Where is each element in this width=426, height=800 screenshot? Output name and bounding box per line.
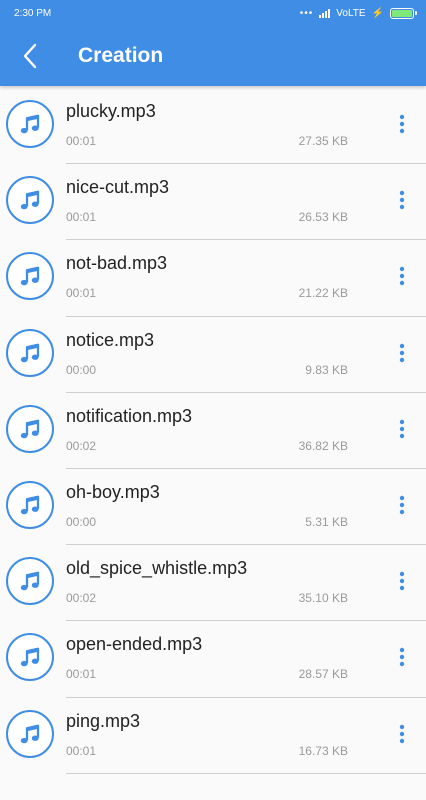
more-options-button[interactable]	[388, 718, 416, 750]
file-size: 36.82 KB	[298, 438, 348, 453]
list-item[interactable]: old_spice_whistle.mp3 00:02 35.10 KB	[0, 545, 426, 622]
file-name: old_spice_whistle.mp3	[66, 558, 248, 579]
more-options-button[interactable]	[388, 413, 416, 445]
more-options-button[interactable]	[388, 565, 416, 597]
music-note-icon	[6, 404, 54, 453]
status-time: 2:30 PM	[14, 7, 52, 19]
more-options-button[interactable]	[388, 337, 416, 369]
status-icons: ••• VoLTE ⚡	[299, 7, 417, 19]
file-duration: 00:01	[66, 134, 97, 148]
page-title: Creation	[78, 44, 164, 67]
more-vert-icon	[399, 114, 405, 134]
file-duration: 00:01	[66, 210, 97, 225]
more-vert-icon	[399, 267, 405, 286]
more-options-button[interactable]	[388, 260, 416, 292]
list-item[interactable]: notification.mp3 00:02 36.82 KB	[0, 393, 426, 469]
file-name: notification.mp3	[66, 405, 193, 426]
file-name: not-bad.mp3	[66, 253, 168, 274]
file-duration: 00:02	[66, 591, 97, 606]
music-note-icon	[6, 709, 54, 758]
more-vert-icon	[399, 419, 405, 438]
more-options-button[interactable]	[388, 184, 416, 216]
divider	[66, 772, 426, 774]
list-item[interactable]: ping.mp3 00:01 16.73 KB	[0, 698, 426, 774]
app-bar: Creation	[0, 26, 426, 86]
list-item[interactable]: oh-boy.mp3 00:00 5.31 KB	[0, 469, 426, 546]
file-size: 5.31 KB	[305, 514, 348, 529]
file-duration: 00:01	[66, 743, 97, 758]
more-vert-icon	[399, 648, 405, 667]
list-item[interactable]: plucky.mp3 00:01 27.35 KB	[0, 88, 426, 165]
file-duration: 00:01	[66, 286, 97, 301]
file-name: plucky.mp3	[66, 101, 156, 121]
file-size: 21.22 KB	[298, 286, 348, 301]
more-vert-icon	[399, 343, 405, 362]
file-duration: 00:02	[66, 438, 97, 453]
file-size: 9.83 KB	[305, 362, 348, 377]
file-duration: 00:00	[66, 514, 97, 529]
music-note-icon	[6, 633, 54, 682]
music-note-icon	[6, 557, 54, 606]
music-note-icon	[6, 328, 54, 377]
more-options-button[interactable]	[388, 641, 416, 673]
more-options-button[interactable]	[388, 108, 416, 140]
more-options-button[interactable]	[388, 489, 416, 521]
charging-icon: ⚡	[371, 7, 384, 19]
back-button[interactable]	[0, 26, 60, 86]
list-item[interactable]: notice.mp3 00:00 9.83 KB	[0, 317, 426, 393]
music-note-icon	[6, 480, 54, 529]
file-size: 35.10 KB	[298, 591, 348, 606]
file-name: open-ended.mp3	[66, 634, 203, 655]
list-item[interactable]: nice-cut.mp3 00:01 26.53 KB	[0, 164, 426, 241]
more-vert-icon	[399, 190, 405, 210]
music-note-icon	[6, 252, 54, 301]
file-size: 26.53 KB	[298, 210, 348, 225]
file-name: ping.mp3	[66, 710, 141, 731]
file-duration: 00:01	[66, 667, 97, 682]
dots-icon: •••	[299, 7, 314, 19]
file-name: notice.mp3	[66, 329, 155, 350]
signal-icon	[319, 8, 331, 18]
battery-icon	[390, 7, 417, 19]
file-size: 27.35 KB	[298, 134, 348, 148]
more-vert-icon	[399, 495, 405, 515]
music-note-icon	[6, 176, 54, 225]
more-vert-icon	[399, 724, 405, 743]
list-item[interactable]: not-bad.mp3 00:01 21.22 KB	[0, 240, 426, 317]
file-size: 28.57 KB	[298, 667, 348, 682]
more-vert-icon	[399, 571, 405, 591]
file-size: 16.73 KB	[298, 743, 348, 758]
chevron-left-icon	[23, 43, 37, 69]
status-bar: 2:30 PM ••• VoLTE ⚡	[0, 0, 426, 26]
file-duration: 00:00	[66, 362, 97, 377]
file-name: nice-cut.mp3	[66, 177, 170, 198]
network-label: VoLTE	[336, 7, 366, 19]
file-list: plucky.mp3 00:01 27.35 KB nice-cut.mp3 0…	[0, 88, 426, 774]
music-note-icon	[6, 100, 54, 148]
list-item[interactable]: open-ended.mp3 00:01 28.57 KB	[0, 621, 426, 698]
file-name: oh-boy.mp3	[66, 481, 160, 502]
